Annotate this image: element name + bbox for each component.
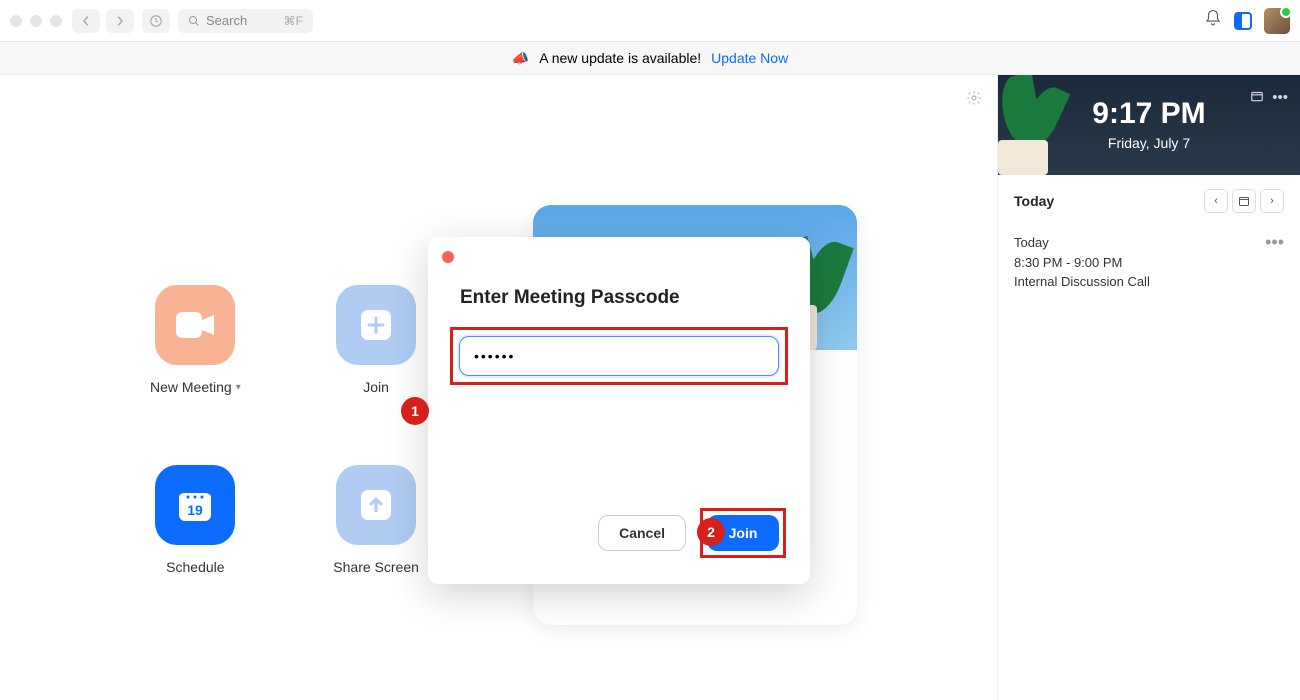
event-more-icon[interactable]: ••• bbox=[1265, 233, 1284, 292]
join-tile[interactable]: Join bbox=[331, 285, 422, 395]
sidebar-clock: 9:17 PM Friday, July 7 ••• bbox=[998, 75, 1300, 175]
annotation-2: 2 bbox=[697, 518, 725, 546]
search-shortcut: ⌘F bbox=[284, 14, 303, 28]
passcode-input[interactable] bbox=[459, 336, 779, 376]
svg-text:19: 19 bbox=[188, 502, 204, 518]
window-controls bbox=[10, 15, 62, 27]
center-panel: New Meeting ▾ Join 19 Schedule Share Scr… bbox=[0, 75, 997, 700]
notifications-icon[interactable] bbox=[1204, 9, 1222, 32]
title-bar: Search ⌘F Home Mail Calendar Team Chat M… bbox=[0, 0, 1300, 42]
sidebar-today-header: Today ‹ › bbox=[998, 175, 1300, 227]
video-icon bbox=[155, 285, 235, 365]
event-time: 8:30 PM - 9:00 PM bbox=[1014, 253, 1150, 273]
avatar[interactable] bbox=[1264, 8, 1290, 34]
more-icon[interactable]: ••• bbox=[1272, 89, 1288, 107]
dialog-title: Enter Meeting Passcode bbox=[460, 287, 778, 309]
clock-date: Friday, July 7 bbox=[998, 135, 1300, 151]
tile-label: New Meeting ▾ bbox=[150, 379, 241, 395]
nav-buttons bbox=[72, 9, 134, 33]
today-label: Today bbox=[1014, 193, 1054, 209]
calendar-event[interactable]: Today 8:30 PM - 9:00 PM Internal Discuss… bbox=[998, 227, 1300, 298]
sidebar: 9:17 PM Friday, July 7 ••• Today ‹ › Tod… bbox=[997, 75, 1300, 700]
forward-button[interactable] bbox=[106, 9, 134, 33]
search-placeholder: Search bbox=[206, 13, 247, 28]
back-button[interactable] bbox=[72, 9, 100, 33]
tile-label: Share Screen bbox=[333, 559, 419, 575]
upload-icon bbox=[336, 465, 416, 545]
schedule-tile[interactable]: 19 Schedule bbox=[150, 465, 241, 575]
dialog-buttons: Cancel Join bbox=[598, 508, 786, 558]
annotation-1: 1 bbox=[401, 397, 429, 425]
calendar-picker-icon[interactable] bbox=[1232, 189, 1256, 213]
search-input[interactable]: Search ⌘F bbox=[178, 9, 313, 33]
close-icon[interactable] bbox=[442, 251, 454, 263]
plus-icon bbox=[336, 285, 416, 365]
sidebar-toggle-icon[interactable] bbox=[1234, 12, 1252, 30]
main-area: New Meeting ▾ Join 19 Schedule Share Scr… bbox=[0, 75, 1300, 700]
tile-label: Schedule bbox=[166, 559, 224, 575]
passcode-highlight bbox=[450, 327, 788, 385]
calendar-icon: 19 bbox=[155, 465, 235, 545]
next-day-button[interactable]: › bbox=[1260, 189, 1284, 213]
chevron-down-icon[interactable]: ▾ bbox=[236, 382, 241, 393]
new-meeting-tile[interactable]: New Meeting ▾ bbox=[150, 285, 241, 395]
share-screen-tile[interactable]: Share Screen bbox=[331, 465, 422, 575]
close-window[interactable] bbox=[10, 15, 22, 27]
titlebar-right bbox=[1204, 8, 1290, 34]
passcode-dialog: Enter Meeting Passcode Cancel Join bbox=[428, 237, 810, 584]
action-tiles: New Meeting ▾ Join 19 Schedule Share Scr… bbox=[150, 285, 421, 575]
cancel-button[interactable]: Cancel bbox=[598, 515, 686, 551]
tile-label: Join bbox=[363, 379, 389, 395]
event-title: Internal Discussion Call bbox=[1014, 272, 1150, 292]
event-day: Today bbox=[1014, 233, 1150, 253]
gear-icon[interactable] bbox=[966, 90, 982, 110]
minimize-window[interactable] bbox=[30, 15, 42, 27]
maximize-window[interactable] bbox=[50, 15, 62, 27]
prev-day-button[interactable]: ‹ bbox=[1204, 189, 1228, 213]
collapse-icon[interactable] bbox=[1250, 89, 1264, 107]
history-button[interactable] bbox=[142, 9, 170, 33]
